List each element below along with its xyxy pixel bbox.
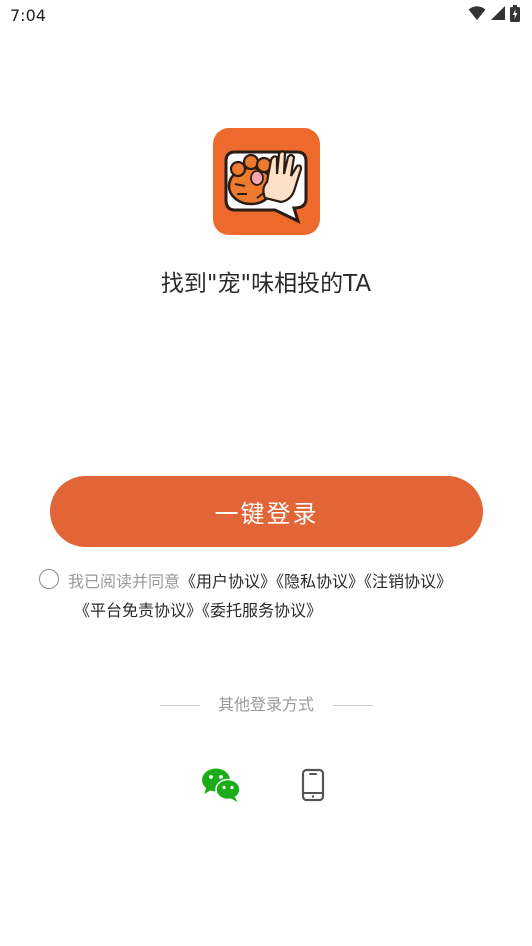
agreement-text: 我已阅读并同意《用户协议》《隐私协议》《注销协议》《平台免责协议》《委托服务协议… <box>68 567 508 625</box>
wechat-icon <box>202 768 241 802</box>
disclaimer-agreement-link[interactable]: 《平台免责协议》 <box>74 601 202 620</box>
wechat-login-button[interactable] <box>201 767 241 803</box>
tagline: 找到"宠"味相投的TA <box>160 271 372 297</box>
wifi-icon <box>468 5 486 25</box>
login-screen: 7:04 找到"宠"味相投的TA 一键登录 我已阅读并同意《用户协议》《隐私协议… <box>0 0 532 946</box>
privacy-agreement-link[interactable]: 《隐私协议》 <box>276 572 364 591</box>
cellular-signal-icon <box>490 5 506 25</box>
agreement-prefix: 我已阅读并同意 <box>68 572 181 591</box>
cancellation-agreement-link[interactable]: 《注销协议》 <box>364 572 452 591</box>
service-agreement-link[interactable]: 《委托服务协议》 <box>202 601 322 620</box>
tiger-paw-logo-icon <box>224 150 308 224</box>
phone-icon <box>301 768 325 802</box>
divider-line-right <box>333 705 373 706</box>
other-login-divider: 其他登录方式 <box>0 692 532 718</box>
agreement-checkbox[interactable] <box>39 569 59 589</box>
other-login-label: 其他登录方式 <box>217 695 314 714</box>
phone-login-button[interactable] <box>298 768 328 802</box>
one-click-login-button[interactable]: 一键登录 <box>50 476 483 547</box>
app-logo <box>213 128 320 235</box>
user-agreement-link[interactable]: 《用户协议》 <box>180 572 276 591</box>
status-time: 7:04 <box>10 6 46 25</box>
battery-charging-icon <box>510 4 520 26</box>
status-bar: 7:04 <box>0 0 532 30</box>
status-icons <box>468 4 520 26</box>
